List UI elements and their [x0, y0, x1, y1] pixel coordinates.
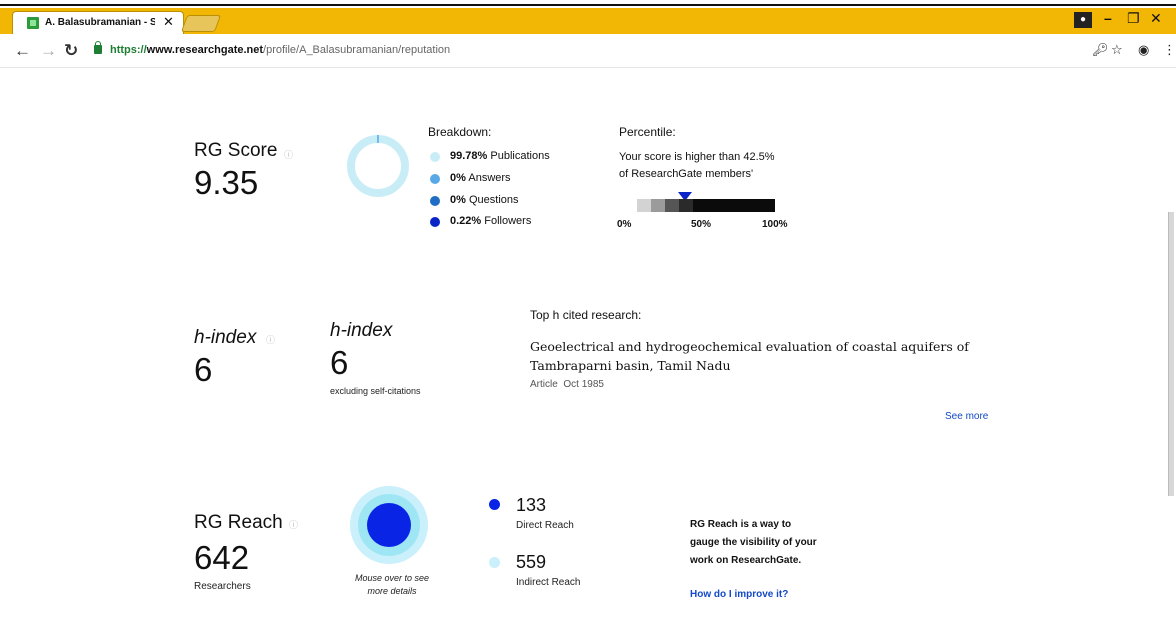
profile-icon[interactable]: ● — [1074, 12, 1092, 28]
percentile-bar[interactable] — [637, 199, 775, 212]
h-index-value: 6 — [194, 351, 213, 388]
indirect-reach-value: 559 — [516, 552, 547, 572]
h-index-excl-note: excluding self-citations — [330, 386, 421, 396]
top-cited-label: Top h cited research: — [530, 308, 642, 322]
window-top-edge — [0, 0, 1176, 6]
tab-close-icon[interactable]: ✕ — [163, 14, 174, 30]
legend-dot-icon — [430, 152, 440, 162]
legend-dot-icon — [430, 196, 440, 206]
back-arrow-icon[interactable]: ← — [14, 41, 31, 61]
researchgate-favicon-icon — [27, 17, 39, 29]
breakdown-list: 99.78% Publications 0% Answers 0% Questi… — [430, 150, 580, 236]
legend-dot-icon — [430, 217, 440, 227]
forward-arrow-icon[interactable]: → — [40, 41, 57, 61]
new-tab-button[interactable] — [180, 15, 222, 32]
url-text: https://www.researchgate.net/profile/A_B… — [110, 44, 451, 56]
h-index-excl-title: h-index — [330, 320, 393, 341]
tab-strip: A. Balasubramanian - Sc ✕ ● – ❐ ✕ — [0, 8, 1176, 34]
rg-score-value: 9.35 — [194, 164, 259, 201]
see-more-link[interactable]: See more — [945, 411, 988, 422]
percentile-tick-100: 100% — [762, 219, 788, 230]
paper-meta: Article Oct 1985 — [530, 379, 604, 390]
percentile-text: Your score is higher than 42.5% of Resea… — [619, 151, 775, 180]
direct-reach-value: 133 — [516, 495, 547, 515]
restore-button[interactable]: ❐ — [1127, 10, 1140, 27]
tab-title: A. Balasubramanian - Sc — [45, 17, 155, 28]
percentile-tick-0: 0% — [617, 219, 632, 230]
percentile-tick-50: 50% — [691, 219, 712, 230]
minimize-button[interactable]: – — [1104, 10, 1112, 26]
reach-hint: Mouse over to see more details — [354, 573, 430, 596]
close-window-button[interactable]: ✕ — [1150, 10, 1162, 27]
paper-type: Article — [530, 379, 558, 390]
lock-icon — [94, 41, 102, 54]
indirect-reach-dot-icon — [489, 557, 500, 568]
info-icon[interactable]: ⓘ — [289, 518, 298, 531]
info-icon[interactable]: ⓘ — [284, 148, 293, 161]
rg-score-donut[interactable] — [346, 134, 410, 198]
indirect-reach-label: Indirect Reach — [516, 577, 581, 588]
info-icon[interactable]: ⓘ — [266, 333, 275, 346]
menu-dots-icon[interactable]: ⋮ — [1163, 42, 1176, 58]
h-index-title: h-index — [194, 327, 257, 348]
rg-reach-bubble[interactable] — [349, 485, 429, 565]
rg-reach-title: RG Reach — [194, 512, 283, 533]
star-bookmark-icon[interactable]: ☆ — [1111, 42, 1123, 58]
h-index-excl-value: 6 — [330, 344, 349, 381]
rg-reach-unit: Researchers — [194, 581, 251, 592]
direct-reach-dot-icon — [489, 499, 500, 510]
legend-dot-icon — [430, 174, 440, 184]
paper-date: Oct 1985 — [563, 379, 604, 390]
key-icon[interactable]: 🔑︎ — [1092, 42, 1109, 58]
breakdown-title: Breakdown: — [428, 125, 492, 139]
extension-icon[interactable]: ◉ — [1138, 42, 1149, 58]
direct-reach-circle — [367, 503, 411, 547]
reload-icon[interactable]: ↻ — [64, 41, 78, 61]
rg-reach-value: 642 — [194, 539, 250, 576]
donut-publications — [347, 135, 409, 197]
address-bar-row: ← → ↻ https://www.researchgate.net/profi… — [0, 34, 1176, 68]
improve-reach-link[interactable]: How do I improve it? — [690, 589, 788, 600]
direct-reach-label: Direct Reach — [516, 520, 574, 531]
reach-description: RG Reach is a way to gauge the visibilit… — [690, 519, 817, 566]
scrollbar[interactable] — [1168, 212, 1174, 496]
url-field[interactable]: https://www.researchgate.net/profile/A_B… — [88, 40, 1138, 62]
tab-researchgate[interactable]: A. Balasubramanian - Sc ✕ — [12, 11, 184, 34]
rg-score-title: RG Score — [194, 140, 278, 161]
paper-title-link[interactable]: Geoelectrical and hydrogeochemical evalu… — [530, 337, 969, 375]
percentile-title: Percentile: — [619, 125, 676, 139]
